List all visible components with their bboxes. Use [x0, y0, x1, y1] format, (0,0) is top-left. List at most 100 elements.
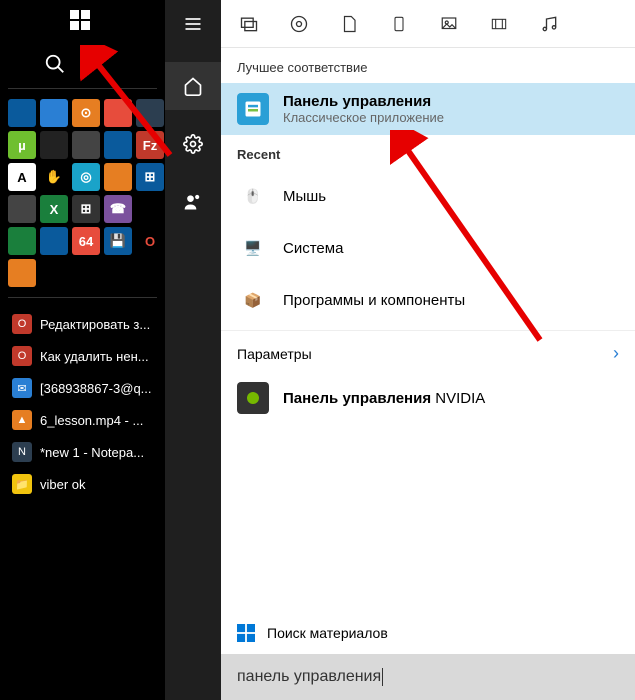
recent-item-label: Система: [283, 240, 343, 257]
desktop-icon[interactable]: X: [40, 195, 68, 223]
divider: [8, 297, 157, 298]
desktop-icon[interactable]: [136, 99, 164, 127]
search-materials-link[interactable]: Поиск материалов: [221, 612, 635, 654]
desktop-icon[interactable]: ◎: [72, 163, 100, 191]
taskbar-app-item[interactable]: N *new 1 - Notepa...: [4, 436, 161, 468]
gear-icon: [183, 134, 203, 154]
programs-icon: 📦: [237, 284, 269, 316]
desktop-icon[interactable]: ☎: [104, 195, 132, 223]
taskbar-app-label: Как удалить нен...: [40, 349, 149, 364]
home-icon: [183, 76, 203, 96]
desktop-icon[interactable]: [104, 131, 132, 159]
app-icon: ▲: [12, 410, 32, 430]
apps-icon: [239, 14, 259, 34]
desktop-icon[interactable]: [40, 227, 68, 255]
desktop-icon[interactable]: [8, 195, 36, 223]
desktop-icon[interactable]: ✋: [40, 163, 68, 191]
filter-folders-button[interactable]: [383, 8, 415, 40]
desktop-icon[interactable]: ⊞: [72, 195, 100, 223]
recent-item-label: Мышь: [283, 188, 326, 205]
taskbar-running-apps: O Редактировать з... O Как удалить нен... ✉[…: [0, 302, 165, 506]
rail-settings-button[interactable]: [165, 120, 221, 168]
params-item-title: Панель управления NVIDIA: [283, 390, 485, 407]
start-button[interactable]: [55, 0, 105, 40]
divider: [8, 88, 157, 89]
app-icon: O: [12, 314, 32, 334]
hamburger-icon: [183, 14, 203, 34]
filter-documents-button[interactable]: [333, 8, 365, 40]
search-materials-label: Поиск материалов: [267, 625, 388, 641]
desktop-icon[interactable]: O: [136, 227, 164, 255]
desktop-icon[interactable]: A: [8, 163, 36, 191]
search-input[interactable]: панель управления: [221, 654, 635, 700]
system-icon: 🖥️: [237, 232, 269, 264]
taskbar-app-label: *new 1 - Notepa...: [40, 445, 144, 460]
rail-people-button[interactable]: [165, 178, 221, 226]
app-icon: 📁: [12, 474, 32, 494]
app-icon: O: [12, 346, 32, 366]
desktop-icon[interactable]: [8, 227, 36, 255]
search-results-panel: Лучшее соответствие Панель управления Кл…: [221, 0, 635, 700]
hamburger-button[interactable]: [165, 0, 221, 48]
params-section-header[interactable]: Параметры ›: [221, 330, 635, 372]
best-match-subtitle: Классическое приложение: [283, 110, 444, 125]
taskbar-app-label: Редактировать з...: [40, 317, 150, 332]
desktop-icon[interactable]: [72, 131, 100, 159]
document-icon: [340, 14, 358, 34]
best-match-label: Лучшее соответствие: [221, 48, 635, 83]
desktop-icon[interactable]: 💾: [104, 227, 132, 255]
desktop-icon: [136, 195, 164, 223]
chevron-right-icon: ›: [613, 343, 619, 364]
filter-photos-button[interactable]: [433, 8, 465, 40]
desktop-icon[interactable]: 64: [72, 227, 100, 255]
gear-icon: [289, 14, 309, 34]
desktop-icon[interactable]: µ: [8, 131, 36, 159]
taskbar-app-item[interactable]: O Как удалить нен...: [4, 340, 161, 372]
filter-music-button[interactable]: [533, 8, 565, 40]
desktop-icon[interactable]: ⊞: [136, 163, 164, 191]
filter-row: [221, 0, 635, 48]
best-match-title: Панель управления: [283, 93, 444, 110]
recent-result-mouse[interactable]: 🖱️ Мышь: [221, 170, 635, 222]
filter-videos-button[interactable]: [483, 8, 515, 40]
desktop-taskbar-strip: ⊙ µ Fz A ✋ ◎ ⊞ X ⊞ ☎ 64 💾 O O Редактирова…: [0, 0, 165, 700]
taskbar-app-item[interactable]: ▲6_lesson.mp4 - ...: [4, 404, 161, 436]
windows-logo-icon: [70, 10, 90, 30]
desktop-icon[interactable]: [104, 163, 132, 191]
desktop-icon[interactable]: [8, 99, 36, 127]
phone-icon: [391, 13, 407, 35]
taskbar-search-button[interactable]: [30, 44, 80, 84]
desktop-icon[interactable]: [40, 131, 68, 159]
nvidia-icon: [237, 382, 269, 414]
desktop-icon[interactable]: [104, 99, 132, 127]
search-footer: Поиск материалов панель управления: [221, 612, 635, 700]
recent-result-programs[interactable]: 📦 Программы и компоненты: [221, 274, 635, 326]
params-result-nvidia[interactable]: Панель управления NVIDIA: [221, 372, 635, 424]
desktop-icon: [40, 259, 68, 287]
search-icon: [44, 53, 66, 75]
control-panel-icon: [237, 93, 269, 125]
filter-settings-button[interactable]: [283, 8, 315, 40]
desktop-icon[interactable]: ⊙: [72, 99, 100, 127]
filter-apps-button[interactable]: [233, 8, 265, 40]
search-input-value: панель управления: [237, 668, 381, 685]
desktop-icon[interactable]: [40, 99, 68, 127]
taskbar-app-item[interactable]: 📁 viber ok: [4, 468, 161, 500]
app-icon: N: [12, 442, 32, 462]
desktop-icon[interactable]: Fz: [136, 131, 164, 159]
taskbar-app-item[interactable]: ✉[368938867-3@q...: [4, 372, 161, 404]
app-icon: ✉: [12, 378, 32, 398]
rail-home-button[interactable]: [165, 62, 221, 110]
video-icon: [489, 16, 509, 32]
recent-label: Recent: [221, 135, 635, 170]
taskbar-app-label: viber ok: [40, 477, 86, 492]
people-icon: [183, 192, 203, 212]
mouse-icon: 🖱️: [237, 180, 269, 212]
text-cursor: [382, 668, 383, 686]
music-icon: [539, 14, 559, 34]
taskbar-app-item[interactable]: O Редактировать з...: [4, 308, 161, 340]
desktop-icon[interactable]: [8, 259, 36, 287]
best-match-result[interactable]: Панель управления Классическое приложени…: [221, 83, 635, 135]
recent-item-label: Программы и компоненты: [283, 292, 465, 309]
recent-result-system[interactable]: 🖥️ Система: [221, 222, 635, 274]
